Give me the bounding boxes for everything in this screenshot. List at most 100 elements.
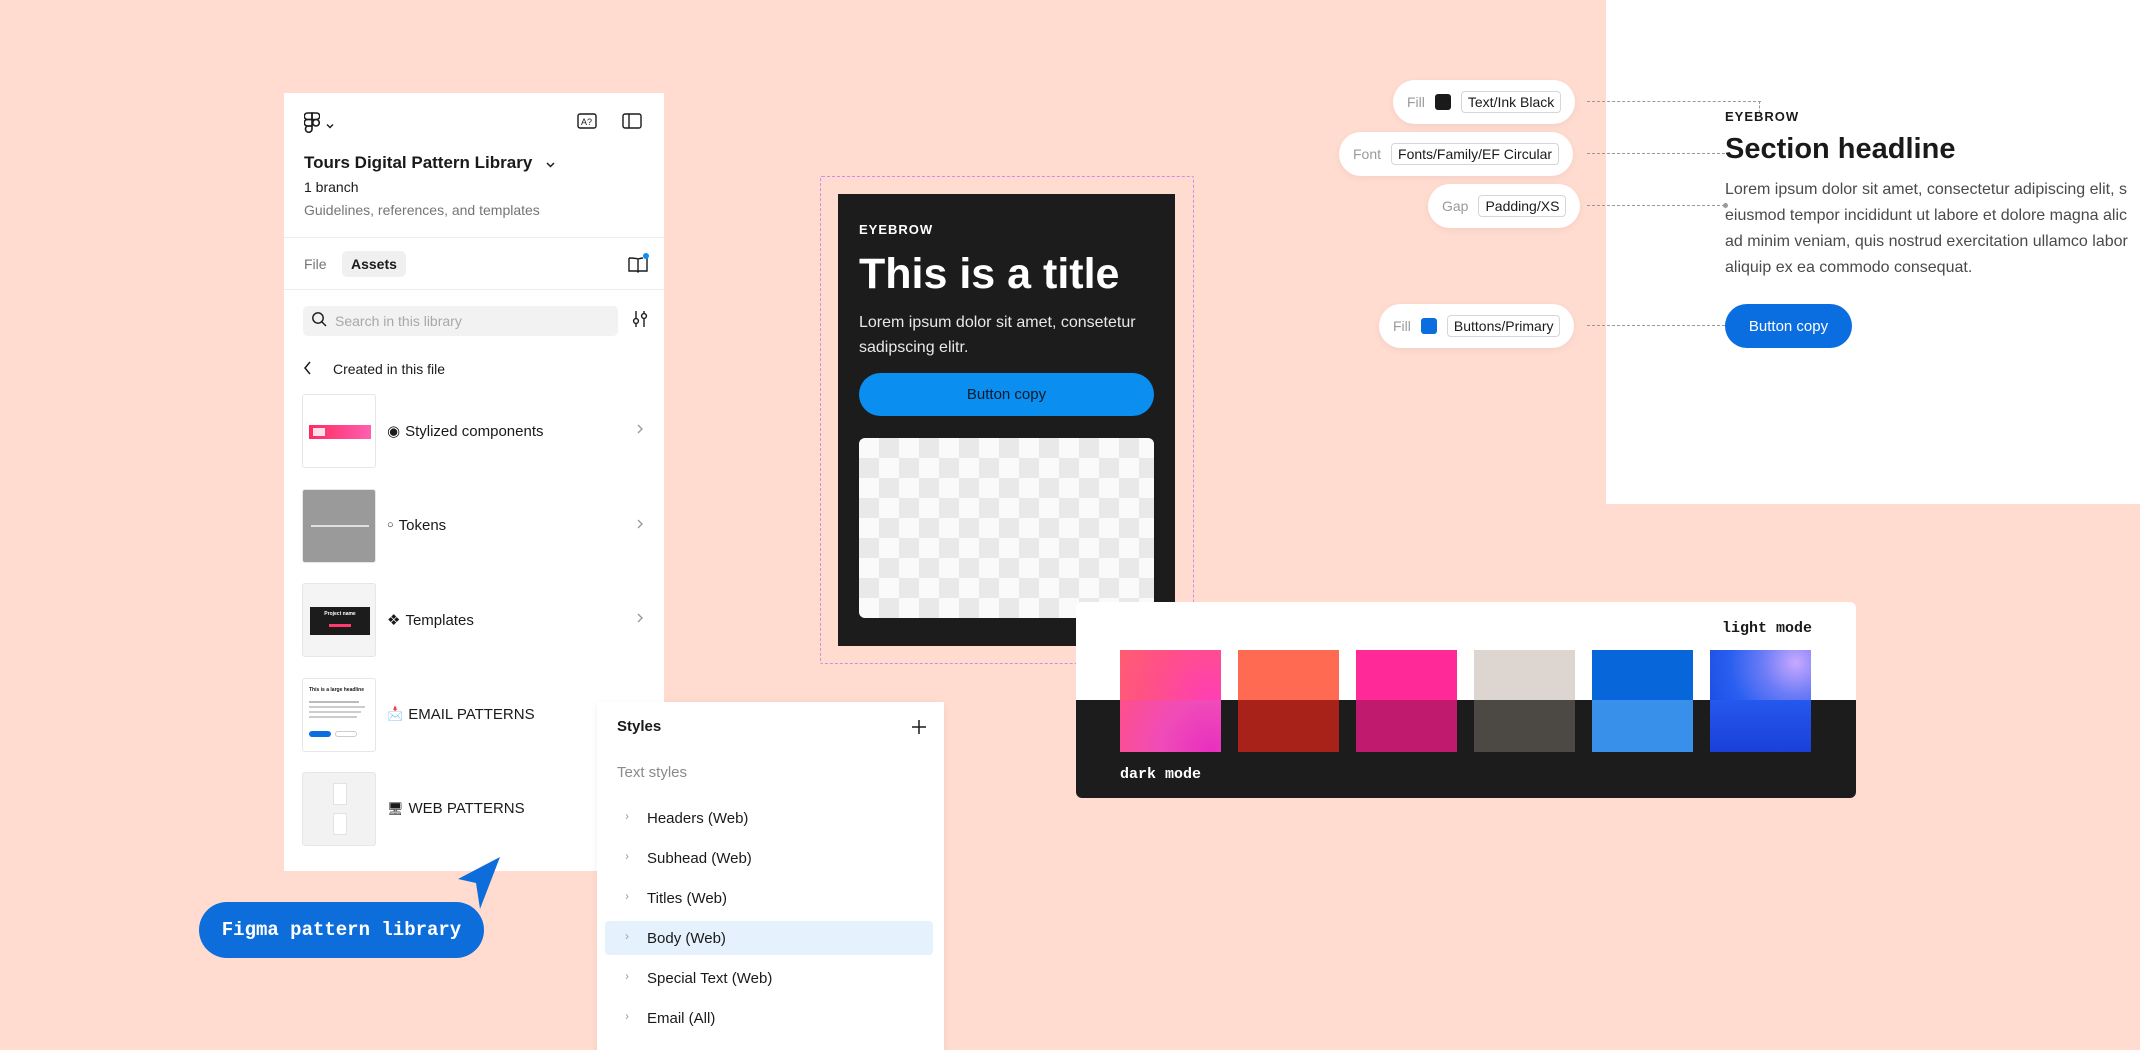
chevron-right-icon: › [625, 849, 629, 863]
card-body: Lorem ipsum dolor sit amet, consetetur s… [859, 314, 1136, 356]
asset-name: Tokens [398, 516, 447, 534]
spec-value: Buttons/Primary [1446, 315, 1561, 337]
chevron-down-icon [546, 153, 555, 173]
asset-name: EMAIL PATTERNS [408, 705, 535, 723]
chevron-right-icon [636, 611, 644, 627]
light-mode-label: light mode [1721, 620, 1812, 637]
figma-pattern-library-callout: Figma pattern library [199, 902, 484, 958]
asset-label: 📩 EMAIL PATTERNS [387, 706, 535, 723]
style-label: Email (All) [647, 1010, 716, 1027]
filter-icon[interactable] [630, 309, 650, 334]
list-item[interactable]: ◉ Stylized components [284, 386, 664, 481]
tab-file[interactable]: File [295, 251, 336, 277]
chevron-right-icon [636, 517, 644, 533]
style-item-email[interactable]: › Email (All) [605, 1001, 933, 1035]
chevron-right-icon: › [625, 969, 629, 983]
style-label: Titles (Web) [647, 890, 728, 907]
radio-dot-icon: ◉ [387, 423, 401, 440]
panel-header: A? Tours Digital Pattern Library 1 branc… [284, 93, 664, 238]
list-item[interactable]: Project name ❖ Templates [284, 575, 664, 670]
web-patterns-thumbnail [302, 772, 376, 846]
swatch-dark [1710, 700, 1811, 752]
back-label: Created in this file [333, 361, 446, 377]
sidebar-toggle-icon[interactable] [619, 108, 645, 134]
styles-title: Styles [617, 718, 662, 735]
stylized-components-thumbnail [302, 394, 376, 468]
swatch-stone[interactable] [1474, 650, 1575, 752]
list-item[interactable]: ○ Tokens [284, 481, 664, 576]
spec-value: Padding/XS [1478, 195, 1567, 217]
swatch-light [1474, 650, 1575, 700]
spec-key: Font [1353, 146, 1382, 162]
chevron-left-icon[interactable] [302, 360, 314, 381]
spec-key: Fill [1393, 318, 1411, 334]
swatch-dark [1592, 700, 1693, 752]
tab-assets[interactable]: Assets [342, 251, 406, 277]
branch-count[interactable]: 1 branch [304, 179, 358, 195]
email-thumb-headline: This is a large headline [309, 686, 365, 693]
asset-name: Templates [405, 611, 474, 629]
spec-leader-line [1587, 153, 1725, 154]
library-title[interactable]: Tours Digital Pattern Library [304, 153, 555, 173]
spec-tag-font[interactable]: Font Fonts/Family/EF Circular [1339, 132, 1574, 176]
search-field[interactable] [303, 306, 618, 336]
spec-leader-line [1587, 101, 1761, 102]
style-item-special-text[interactable]: › Special Text (Web) [605, 961, 933, 995]
plus-icon[interactable] [910, 712, 928, 743]
section-button[interactable]: Button copy [1725, 304, 1852, 348]
styles-panel: Styles Text styles › Headers (Web) › Sub… [597, 702, 944, 1050]
svg-text:A?: A? [581, 117, 592, 127]
style-item-subhead[interactable]: › Subhead (Web) [605, 841, 933, 875]
color-swatch [1420, 318, 1437, 334]
text-styles-heading: Text styles [617, 764, 688, 781]
asset-name: WEB PATTERNS [408, 800, 525, 817]
section-eyebrow: EYEBROW [1725, 109, 1800, 124]
library-book-icon[interactable] [626, 252, 650, 276]
swatch-coral[interactable] [1238, 650, 1339, 752]
search-row [284, 290, 664, 352]
spec-key: Fill [1407, 94, 1425, 110]
chevron-right-icon: › [625, 1009, 629, 1023]
card-button[interactable]: Button copy [859, 373, 1154, 416]
style-label: Body (Web) [647, 930, 726, 947]
swatch-light [1592, 650, 1693, 700]
swatch-dark [1238, 700, 1339, 752]
swatch-blue[interactable] [1592, 650, 1693, 752]
spec-tag-gap[interactable]: Gap Padding/XS [1428, 184, 1581, 228]
search-input[interactable] [335, 313, 605, 329]
style-label: Subhead (Web) [647, 850, 752, 867]
style-item-body[interactable]: › Body (Web) [605, 921, 933, 955]
chevron-right-icon: › [625, 889, 629, 903]
body-line: ad minim veniam, quis nostrud exercitati… [1725, 233, 2128, 250]
spec-value: Text/Ink Black [1460, 91, 1562, 113]
desktop-icon: 🖥 [387, 800, 404, 816]
asset-label: ❖ Templates [387, 611, 474, 630]
swatch-pink-gradient[interactable] [1120, 650, 1221, 752]
tokens-thumbnail [302, 488, 376, 563]
swatch-blue-gradient[interactable] [1710, 650, 1811, 752]
diamond-icon: ❖ [387, 612, 401, 629]
back-navigation[interactable]: Created in this file [284, 352, 664, 386]
swatch-light [1120, 650, 1221, 700]
chevron-down-icon [326, 116, 334, 134]
spec-tag-fill-text[interactable]: Fill Text/Ink Black [1393, 80, 1576, 124]
swatch-dark [1474, 700, 1575, 752]
dark-card-component[interactable]: EYEBROW This is a title Lorem ipsum dolo… [838, 194, 1175, 646]
swatch-light [1238, 650, 1339, 700]
templates-thumbnail: Project name [302, 583, 376, 657]
body-line: aliquip ex ea commodo consequat. [1725, 259, 1973, 276]
card-title: This is a title [859, 250, 1120, 298]
style-label: Headers (Web) [647, 810, 749, 827]
swatch-magenta[interactable] [1356, 650, 1457, 752]
spec-tag-fill-button[interactable]: Fill Buttons/Primary [1379, 304, 1575, 348]
panel-tabs: File Assets [284, 238, 664, 290]
section-body: Lorem ipsum dolor sit amet, consectetur … [1725, 177, 2140, 281]
figma-menu-button[interactable] [303, 111, 344, 139]
search-icon [311, 311, 327, 332]
style-item-titles[interactable]: › Titles (Web) [605, 881, 933, 915]
body-line: eiusmod tempor incididunt ut labore et d… [1725, 207, 2128, 224]
envelope-icon: 📩 [387, 706, 404, 721]
font-settings-icon[interactable]: A? [574, 108, 600, 134]
chevron-right-icon: › [625, 809, 629, 823]
style-item-headers[interactable]: › Headers (Web) [605, 801, 933, 835]
